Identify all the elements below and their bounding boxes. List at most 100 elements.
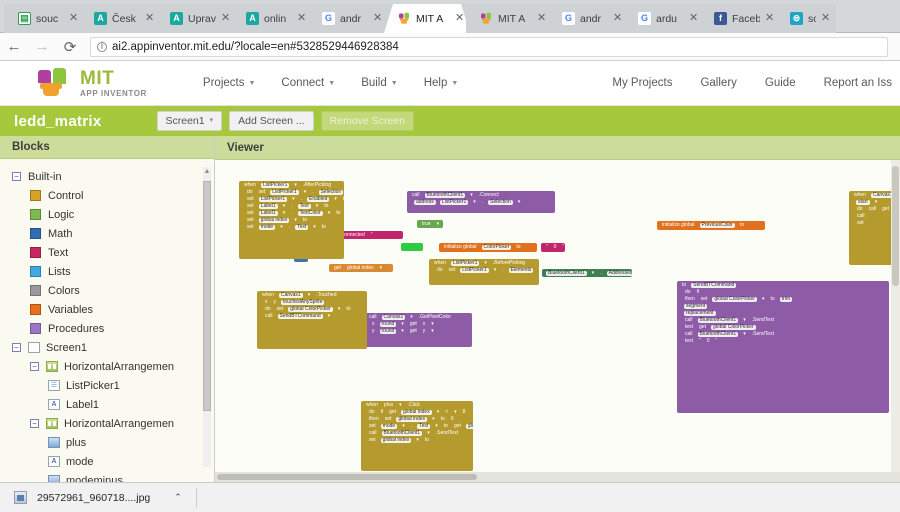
block-field[interactable]: BluetoothClient1 — [697, 332, 739, 337]
close-icon[interactable]: ✕ — [145, 13, 156, 24]
tree-item-mode[interactable]: Amode — [0, 452, 214, 471]
reload-icon[interactable]: ⟳ — [56, 33, 84, 61]
block-field[interactable]: Elements — [508, 268, 534, 273]
block-field[interactable]: segment — [684, 304, 708, 309]
tree-item-lists[interactable]: Lists — [0, 262, 214, 281]
workspace-horizontal-scrollbar[interactable] — [215, 472, 900, 482]
tree-item-control[interactable]: Control — [0, 186, 214, 205]
block-field[interactable]: mode — [380, 424, 398, 429]
browser-tab[interactable]: Gandr ✕ — [548, 4, 628, 33]
tree-scrollbar-thumb[interactable] — [203, 181, 211, 412]
blockly-block[interactable]: when ListPicker1 ▾ .BeforePicking do set ListP… — [429, 259, 539, 285]
scroll-up-icon[interactable]: ▲ — [203, 167, 211, 177]
close-icon[interactable]: ✕ — [221, 13, 232, 24]
blockly-block[interactable] — [401, 243, 423, 251]
collapse-toggle-icon[interactable]: − — [12, 343, 21, 353]
block-field[interactable]: global index — [380, 438, 412, 443]
tree-item-horizontalarrangemen[interactable]: − HorizontalArrangemen — [0, 357, 214, 376]
block-field[interactable]: ListPicker1 — [450, 261, 480, 266]
block-field[interactable]: Text — [297, 204, 311, 209]
block-field[interactable]: BluetoothClient1 — [546, 271, 587, 276]
header-link-gallery[interactable]: Gallery — [700, 77, 736, 89]
menu-item-build[interactable]: Build ▼ — [361, 77, 398, 89]
close-icon[interactable]: ✕ — [765, 13, 776, 24]
block-field[interactable]: round — [379, 322, 397, 327]
blockly-block[interactable]: call Canvas1 ▾ .GetPixelColor x round ▾ get x ▾ y r… — [364, 313, 472, 347]
block-field[interactable]: global index — [258, 218, 290, 223]
block-field[interactable]: ColorPicker — [481, 245, 512, 250]
browser-tab[interactable]: MIT A ✕ — [384, 4, 470, 33]
tree-item-plus[interactable]: plus — [0, 433, 214, 452]
block-field[interactable]: Text — [295, 225, 309, 230]
back-icon[interactable]: ← — [0, 33, 28, 61]
block-field[interactable]: BluetoothClient1 — [424, 193, 466, 198]
block-field[interactable]: mode — [258, 225, 276, 230]
tree-item-listpicker1[interactable]: ☰ ListPicker1 — [0, 376, 214, 395]
menu-item-connect[interactable]: Connect ▼ — [281, 77, 335, 89]
blockly-block[interactable]: true ▾ — [417, 220, 443, 228]
browser-tab[interactable]: A Česk ✕ — [80, 4, 160, 33]
block-field[interactable]: global ColorPicker — [712, 297, 757, 302]
blockly-workspace[interactable]: when plus ▾ .Click do if get global index ▾ < ▾ 8th… — [215, 160, 900, 482]
menu-item-projects[interactable]: Projects ▼ — [203, 77, 255, 89]
tree-item-colors[interactable]: Colors — [0, 281, 214, 300]
close-icon[interactable]: ✕ — [689, 13, 700, 24]
close-icon[interactable]: ✕ — [373, 13, 384, 24]
blockly-block[interactable]: when Canvas1 ▾ .Touched x y touchedAnySprite do… — [257, 291, 367, 349]
block-field[interactable]: trim — [779, 297, 793, 302]
block-field[interactable]: Canvas1 — [278, 293, 303, 298]
block-field[interactable]: SendBTCommand — [277, 314, 323, 319]
block-field[interactable]: ListPicker1 — [439, 200, 469, 205]
blockly-block[interactable]: when plus ▾ .Click do if get global index ▾ < ▾ 8th… — [361, 401, 473, 471]
tree-item-variables[interactable]: Variables — [0, 300, 214, 319]
block-field[interactable]: SendBTCommand — [691, 283, 737, 288]
header-link-my-projects[interactable]: My Projects — [612, 77, 672, 89]
block-field[interactable]: Label1 — [258, 211, 278, 216]
close-icon[interactable]: ✕ — [613, 13, 624, 24]
block-field[interactable]: ListPicker1 — [260, 183, 290, 188]
tree-item-label1[interactable]: A Label1 — [0, 395, 214, 414]
block-field[interactable]: PreviousColor — [699, 223, 735, 228]
tree-scrollbar[interactable]: ▲ — [203, 167, 211, 468]
browser-tab[interactable]: Gandr ✕ — [308, 4, 388, 33]
browser-tab[interactable]: ⊜ softw ✕ — [776, 4, 836, 33]
block-field[interactable]: replacement — [684, 311, 716, 316]
add-screen-button[interactable]: Add Screen ... — [229, 111, 314, 131]
block-field[interactable]: Text — [417, 424, 431, 429]
block-field[interactable]: Enabled — [307, 197, 330, 202]
close-icon[interactable]: ✕ — [297, 13, 308, 24]
download-item[interactable]: 29572961_960718....jpg ⌃ — [14, 491, 182, 504]
block-field[interactable]: TextColor — [297, 211, 323, 216]
browser-tab[interactable]: A Uprav ✕ — [156, 4, 236, 33]
block-field[interactable]: BluetoothClient1 — [381, 431, 423, 436]
block-field[interactable]: Selection — [318, 190, 344, 195]
browser-tab[interactable]: ▤ souc ✕ — [4, 4, 84, 33]
block-field[interactable]: global ColorPicker — [288, 307, 333, 312]
close-icon[interactable]: ✕ — [537, 13, 548, 24]
collapse-toggle-icon[interactable]: − — [30, 419, 39, 429]
workspace-vscroll-thumb[interactable] — [892, 166, 899, 286]
block-field[interactable]: global index — [396, 417, 428, 422]
block-field[interactable]: touchedAnySprite — [281, 300, 325, 305]
block-field[interactable]: start — [856, 200, 870, 205]
blockly-block[interactable]: initialize global PreviousColor to — [657, 221, 765, 230]
close-icon[interactable]: ✕ — [455, 13, 466, 24]
header-link-guide[interactable]: Guide — [765, 77, 796, 89]
block-field[interactable]: ListPicker1 — [270, 190, 299, 195]
block-field[interactable]: global ColorPicker — [711, 325, 756, 330]
block-field[interactable]: Label1 — [258, 204, 278, 209]
tree-item-screen1[interactable]: − Screen1 — [0, 338, 214, 357]
tree-item-modeminus[interactable]: modeminus — [0, 471, 214, 482]
blockly-block[interactable]: when ListPicker1 ▾ .AfterPicking do set ListPi… — [239, 181, 344, 259]
blockly-block[interactable]: BluetoothClient1▾.AddressesAndNames▾ — [542, 269, 632, 277]
block-field[interactable]: ListPicker1 — [258, 197, 288, 202]
blockly-block[interactable]: get global index ▾ — [329, 264, 393, 272]
block-field[interactable]: AddressesAndNames — [606, 271, 632, 276]
chevron-up-icon[interactable]: ⌃ — [174, 492, 182, 503]
tree-item-built-in[interactable]: − Built-in — [0, 167, 214, 186]
app-logo[interactable]: MIT APP INVENTOR — [36, 68, 147, 98]
browser-tab[interactable]: f Faceb ✕ — [700, 4, 780, 33]
browser-tab[interactable]: Gardu ✕ — [624, 4, 704, 33]
site-info-icon[interactable]: i — [97, 41, 107, 52]
blockly-block[interactable]: to SendBTCommand do if then set global ColorPi… — [677, 281, 889, 413]
